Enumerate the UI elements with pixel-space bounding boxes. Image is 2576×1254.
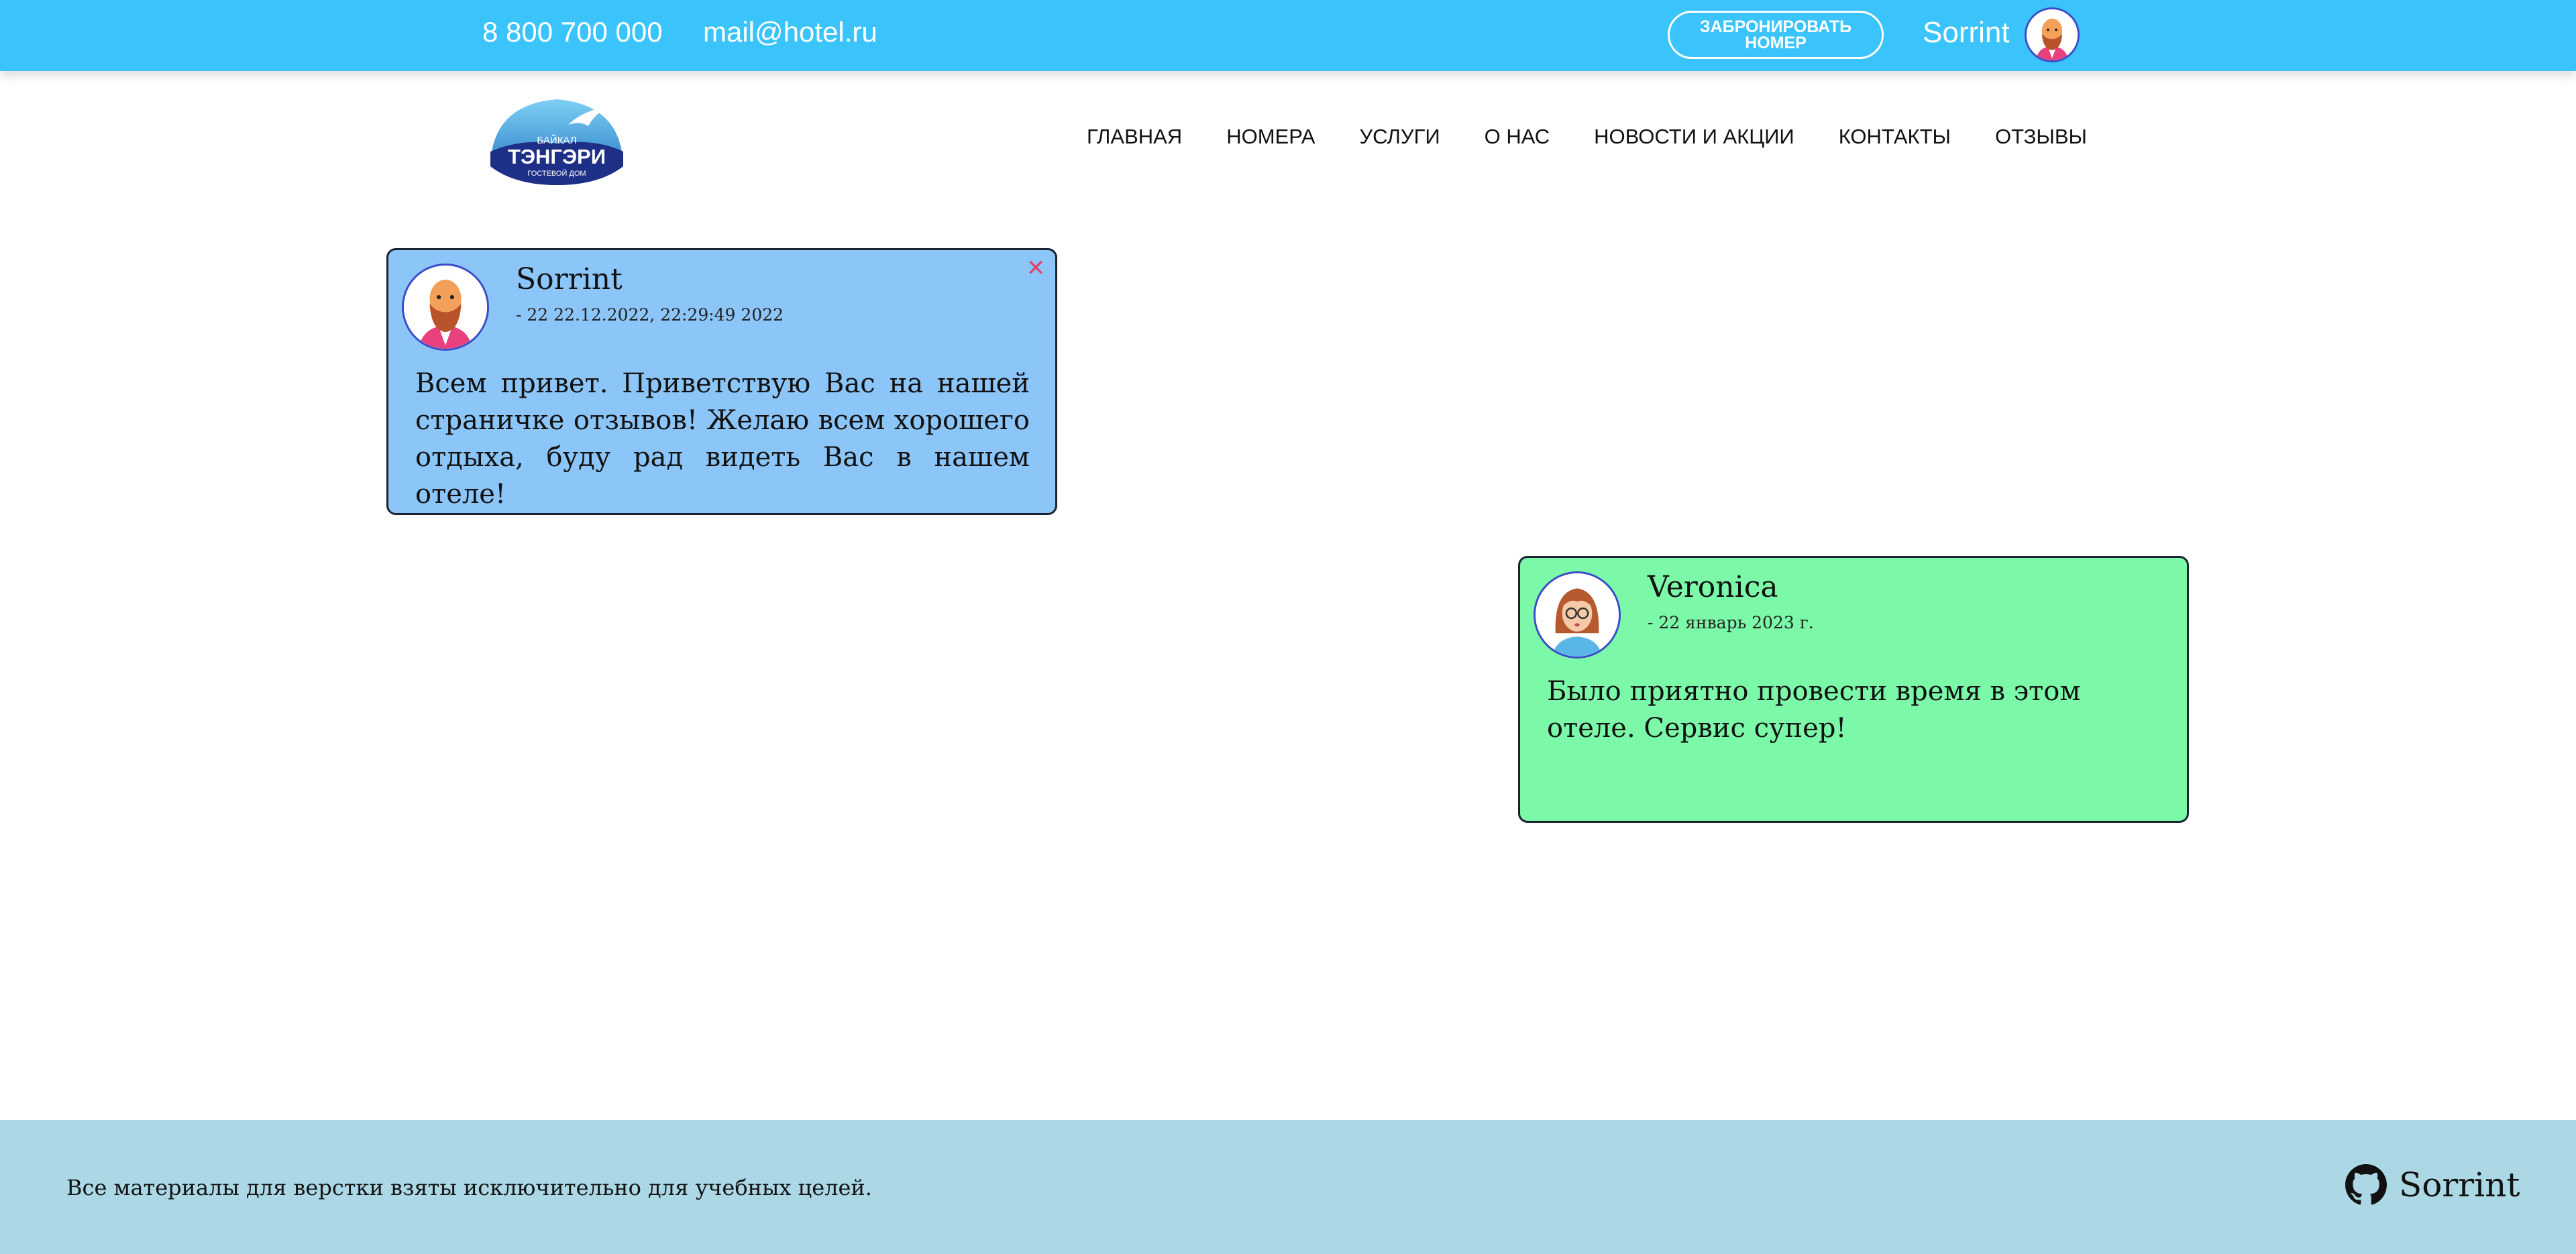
svg-text:ГОСТЕВОЙ ДОМ: ГОСТЕВОЙ ДОМ bbox=[527, 169, 586, 178]
review-author: Sorrint bbox=[516, 262, 623, 296]
review-text: Было приятно провести время в этом отеле… bbox=[1547, 676, 2081, 744]
github-link[interactable]: Sorrint bbox=[2345, 1164, 2520, 1206]
nav-about[interactable]: О НАС bbox=[1485, 125, 1550, 149]
bearded-man-avatar-icon bbox=[2027, 9, 2078, 60]
review-avatar bbox=[402, 264, 489, 351]
review-date: - 22 22.12.2022, 22:29:49 2022 bbox=[516, 305, 784, 325]
nav-home[interactable]: ГЛАВНАЯ bbox=[1087, 125, 1182, 149]
review-date: - 22 январь 2023 г. bbox=[1648, 613, 1814, 632]
hotel-logo[interactable]: БАЙКАЛ ТЭНГЭРИ ГОСТЕВОЙ ДОМ bbox=[481, 87, 633, 190]
footer: Все материалы для верстки взяты исключит… bbox=[0, 1120, 2576, 1254]
github-username[interactable]: Sorrint bbox=[2399, 1165, 2520, 1204]
github-icon bbox=[2345, 1164, 2387, 1205]
hotel-logo-graphic: БАЙКАЛ ТЭНГЭРИ ГОСТЕВОЙ ДОМ bbox=[486, 95, 627, 189]
email-link[interactable]: mail@hotel.ru bbox=[703, 16, 877, 48]
review-card: Veronica - 22 январь 2023 г. Было приятн… bbox=[1518, 556, 2189, 823]
footer-note: Все материалы для верстки взяты исключит… bbox=[66, 1175, 872, 1200]
review-text: Всем привет. Приветствую Вас на нашей ст… bbox=[415, 368, 1030, 510]
nav-rooms[interactable]: НОМЕРА bbox=[1226, 125, 1315, 149]
top-bar: 8 800 700 000 mail@hotel.ru ЗАБРОНИРОВАТ… bbox=[0, 0, 2576, 71]
nav-reviews[interactable]: ОТЗЫВЫ bbox=[1995, 125, 2087, 149]
book-room-button[interactable]: ЗАБРОНИРОВАТЬ НОМЕР bbox=[1668, 11, 1884, 59]
review-card: Sorrint - 22 22.12.2022, 22:29:49 2022 ✕… bbox=[386, 248, 1057, 515]
woman-with-glasses-avatar-icon bbox=[1536, 573, 1619, 657]
nav-news[interactable]: НОВОСТИ И АКЦИИ bbox=[1594, 125, 1794, 149]
phone-number[interactable]: 8 800 700 000 bbox=[482, 16, 663, 48]
bearded-man-avatar-icon bbox=[404, 266, 487, 349]
close-icon[interactable]: ✕ bbox=[1026, 257, 1046, 280]
review-avatar bbox=[1534, 571, 1621, 659]
user-avatar[interactable] bbox=[2025, 7, 2080, 62]
main-nav: ГЛАВНАЯ НОМЕРА УСЛУГИ О НАС НОВОСТИ И АК… bbox=[1087, 125, 2087, 149]
svg-text:ТЭНГЭРИ: ТЭНГЭРИ bbox=[508, 145, 606, 168]
review-author: Veronica bbox=[1648, 570, 1778, 604]
nav-contacts[interactable]: КОНТАКТЫ bbox=[1839, 125, 1951, 149]
user-name[interactable]: Sorrint bbox=[1923, 16, 2010, 50]
nav-services[interactable]: УСЛУГИ bbox=[1359, 125, 1440, 149]
